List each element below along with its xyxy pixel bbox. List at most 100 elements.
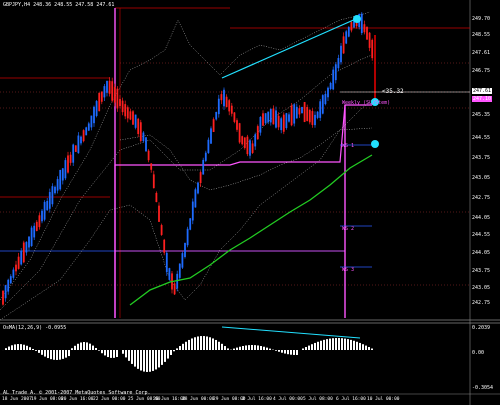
osma-bar [218, 341, 220, 350]
candle-body [212, 119, 215, 133]
osma-bar [314, 342, 316, 350]
candle-body [106, 80, 108, 93]
date-axis-label: 22 Jun 00:00 [93, 397, 126, 402]
candle-body [35, 221, 38, 231]
osma-bar [281, 350, 283, 353]
osma-bar [176, 348, 178, 350]
candle-body [238, 123, 241, 143]
candle-body [145, 137, 147, 152]
osma-bar [308, 345, 310, 350]
candle-body [225, 96, 228, 108]
candle-body [233, 112, 236, 122]
osma-bar [359, 342, 361, 350]
candle-body [186, 228, 189, 246]
osma-bar [284, 350, 286, 354]
candle-body [262, 113, 264, 126]
osma-bar [245, 345, 247, 350]
candle-body [137, 118, 140, 135]
osma-bar [179, 346, 181, 350]
candle-body [314, 114, 316, 126]
level-price-badge: 247.10 [472, 96, 493, 102]
osma-bar [353, 340, 355, 350]
candle-body [72, 144, 75, 163]
price-axis-label: 243.75 [472, 155, 491, 161]
osma-bar [332, 338, 334, 350]
candle-body [332, 69, 335, 90]
candle-body [295, 106, 298, 119]
candle-body [111, 81, 114, 101]
candle-body [20, 250, 23, 265]
osma-bar [326, 339, 328, 350]
osma-bar [98, 350, 100, 351]
candle-body [103, 86, 106, 98]
candle-body [2, 290, 4, 305]
osma-bar [53, 350, 55, 360]
osma-bar [320, 340, 322, 350]
osma-bar [83, 342, 85, 350]
price-axis-label: 242.75 [472, 300, 491, 306]
osma-bar [233, 348, 235, 350]
date-axis-label: 10 Jul 00:00 [367, 397, 400, 402]
candle-body [204, 152, 207, 161]
candle-body [163, 239, 166, 253]
candle-body [189, 218, 192, 230]
osma-bar [317, 341, 319, 350]
candle-body [48, 192, 51, 209]
candle-body [90, 115, 93, 128]
price-axis-label: 244.05 [472, 250, 491, 256]
candle-body [321, 95, 324, 114]
osma-bar [170, 350, 172, 355]
osma-bar [23, 344, 25, 350]
candle-body [306, 107, 309, 121]
candle-body [290, 105, 293, 126]
osma-bar [242, 345, 244, 350]
candle-body [319, 101, 322, 118]
candle-body [25, 241, 28, 253]
price-axis-label: 245.35 [472, 112, 491, 118]
candle-body [324, 93, 327, 105]
osma-bar [5, 348, 7, 350]
osma-bar [215, 339, 217, 350]
candle-body [15, 264, 17, 272]
osma-bar [347, 339, 349, 350]
osma-bar [149, 350, 151, 372]
candle-body [345, 31, 348, 44]
date-axis-label: 5 Jul 08:00 [303, 397, 333, 402]
osma-bar [71, 348, 73, 350]
osma-bar [335, 338, 337, 350]
candle-body [220, 94, 223, 101]
osma-bar [251, 345, 253, 350]
osma-bar [194, 337, 196, 350]
candle-body [334, 64, 337, 81]
candle-body [147, 150, 150, 161]
candle-body [366, 26, 368, 40]
candle-body [337, 58, 340, 69]
chart-window[interactable]: GBPJPY,H4 248.36 248.55 247.58 247.61 Os… [0, 0, 500, 405]
osma-bar [182, 343, 184, 350]
candle-body [230, 105, 233, 114]
candle-body [82, 130, 85, 142]
osma-bar [56, 350, 58, 360]
osma-bar [50, 350, 52, 360]
osma-bar [113, 350, 115, 358]
candle-body [199, 172, 202, 184]
candle-body [215, 112, 218, 120]
candle-body [241, 136, 244, 145]
candle-body [126, 107, 129, 119]
candle-body [152, 174, 155, 189]
candle-body [347, 27, 350, 37]
osma-scale-bottom: -0.3054 [472, 385, 494, 391]
osma-bar [68, 350, 70, 357]
candle-body [254, 134, 257, 147]
price-diff-label: <35.32 [382, 88, 404, 95]
price-axis-label: 243.05 [472, 175, 491, 181]
candle-body [360, 13, 363, 34]
osma-bar [338, 338, 340, 350]
ws1-marker [371, 140, 379, 148]
price-chart[interactable] [0, 0, 500, 405]
osma-bar [17, 344, 19, 350]
price-axis-label: 243.75 [472, 268, 491, 274]
candle-body [301, 106, 303, 114]
candle-body [197, 182, 199, 194]
candle-body [132, 111, 134, 125]
